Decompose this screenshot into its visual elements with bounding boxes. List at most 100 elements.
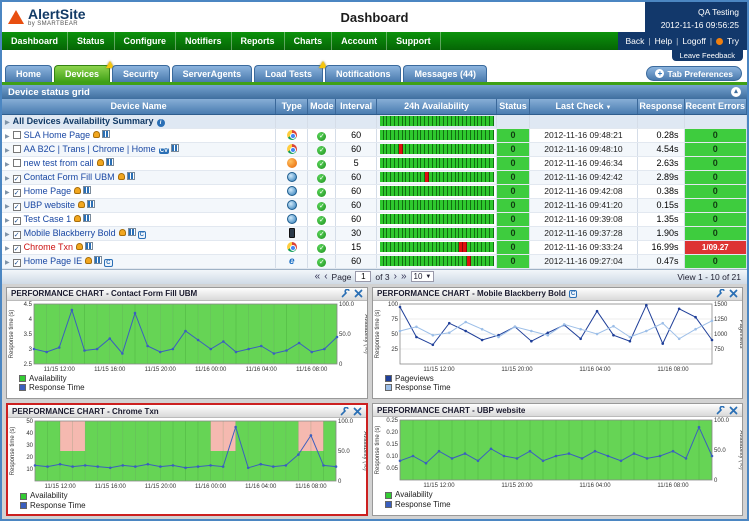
nav-item-account[interactable]: Account bbox=[332, 32, 388, 50]
row-checkbox[interactable]: ✓ bbox=[12, 174, 21, 183]
expander-icon[interactable]: ▶ bbox=[5, 120, 10, 126]
tab-serveragents[interactable]: ServerAgents bbox=[171, 65, 253, 82]
wrench-icon[interactable] bbox=[716, 289, 725, 298]
expander-icon[interactable]: ▶ bbox=[5, 246, 10, 252]
expander-icon[interactable]: ▶ bbox=[5, 176, 10, 182]
wrench-icon[interactable] bbox=[340, 406, 349, 416]
row-checkbox[interactable]: ✓ bbox=[12, 202, 21, 211]
device-name-link[interactable]: Home Page bbox=[24, 186, 72, 196]
col-status[interactable]: Status bbox=[496, 99, 530, 115]
col-device-name[interactable]: Device Name bbox=[2, 99, 277, 115]
back-link[interactable]: Back bbox=[626, 36, 645, 46]
expander-icon[interactable]: ▶ bbox=[5, 148, 10, 154]
row-checkbox[interactable]: ✓ bbox=[12, 244, 21, 253]
nav-item-status[interactable]: Status bbox=[68, 32, 115, 50]
expander-icon[interactable]: ▶ bbox=[5, 260, 10, 266]
close-icon[interactable] bbox=[729, 289, 738, 298]
close-icon[interactable] bbox=[353, 407, 362, 416]
tab-preferences-button[interactable]: + Tab Preferences bbox=[646, 66, 742, 81]
col-interval[interactable]: Interval bbox=[335, 99, 377, 115]
nav-item-dashboard[interactable]: Dashboard bbox=[2, 32, 69, 50]
last-page-button[interactable]: » bbox=[401, 271, 407, 282]
device-name-link[interactable]: Mobile Blackberry Bold bbox=[24, 228, 116, 238]
row-checkbox[interactable] bbox=[12, 145, 21, 153]
device-name-link[interactable]: new test from call bbox=[24, 158, 94, 168]
device-name-link[interactable]: AA B2C | Trans | Chrome | Home bbox=[24, 144, 156, 154]
tab-security[interactable]: Security bbox=[112, 65, 170, 82]
bell-icon[interactable] bbox=[93, 131, 101, 138]
bell-icon[interactable] bbox=[74, 214, 82, 222]
expander-icon[interactable]: ▶ bbox=[5, 190, 10, 196]
col-type[interactable]: Type bbox=[275, 99, 309, 115]
close-icon[interactable] bbox=[354, 289, 363, 298]
nav-item-charts[interactable]: Charts bbox=[285, 32, 333, 50]
wrench-icon[interactable] bbox=[716, 405, 725, 415]
bell-icon[interactable] bbox=[77, 200, 85, 208]
row-checkbox[interactable]: ✓ bbox=[12, 258, 21, 267]
device-name-link[interactable]: SLA Home Page bbox=[24, 130, 91, 140]
tab-load-tests[interactable]: Load Tests bbox=[254, 61, 327, 82]
expander-icon[interactable]: ▶ bbox=[5, 204, 10, 210]
chart-icon[interactable] bbox=[86, 199, 95, 208]
col-last-check[interactable]: Last Check ▼ bbox=[529, 99, 639, 115]
c-badge[interactable]: C bbox=[137, 230, 147, 239]
expander-icon[interactable]: ▶ bbox=[5, 218, 10, 224]
chart-icon[interactable] bbox=[84, 241, 93, 250]
tab-home[interactable]: Home bbox=[5, 65, 53, 82]
nav-item-configure[interactable]: Configure bbox=[115, 32, 177, 50]
collapse-panel-button[interactable]: ▴ bbox=[731, 87, 741, 97]
device-name-link[interactable]: Test Case 1 bbox=[24, 214, 72, 224]
row-checkbox[interactable]: ✓ bbox=[12, 216, 21, 225]
chart-icon[interactable] bbox=[83, 185, 92, 194]
bell-icon[interactable] bbox=[96, 159, 104, 166]
expander-icon[interactable]: ▶ bbox=[5, 232, 10, 238]
chart-icon[interactable] bbox=[102, 130, 111, 138]
col-availability[interactable]: 24h Availability bbox=[376, 99, 498, 115]
device-name-link[interactable]: Contact Form Fill UBM bbox=[24, 172, 115, 182]
row-checkbox[interactable]: ✓ bbox=[12, 188, 21, 197]
cv-badge[interactable]: CV bbox=[158, 148, 170, 154]
try-link[interactable]: Try bbox=[727, 36, 739, 46]
page-size-select[interactable]: 10 ▼ bbox=[410, 271, 435, 282]
chart-icon[interactable] bbox=[127, 227, 136, 236]
tab-messages[interactable]: Messages (44) bbox=[403, 65, 488, 82]
next-page-button[interactable]: › bbox=[394, 271, 397, 282]
leave-feedback-button[interactable]: Leave Feedback bbox=[671, 50, 743, 61]
col-mode[interactable]: Mode bbox=[307, 99, 337, 115]
info-icon[interactable]: i bbox=[156, 118, 165, 127]
bell-icon[interactable] bbox=[85, 256, 93, 264]
device-name-link[interactable]: Chrome Txn bbox=[24, 242, 73, 252]
tab-notifications[interactable]: Notifications bbox=[324, 65, 402, 82]
tab-devices[interactable]: Devices bbox=[54, 61, 115, 82]
device-name-link[interactable]: Home Page IE bbox=[24, 256, 83, 266]
expander-icon[interactable]: ▶ bbox=[5, 162, 10, 168]
nav-item-reports[interactable]: Reports bbox=[232, 32, 285, 50]
prev-page-button[interactable]: ‹ bbox=[324, 271, 327, 282]
row-checkbox[interactable]: ✓ bbox=[12, 230, 21, 239]
help-link[interactable]: Help bbox=[655, 36, 672, 46]
wrench-icon[interactable] bbox=[341, 289, 350, 298]
bell-icon[interactable] bbox=[117, 172, 125, 180]
nav-item-support[interactable]: Support bbox=[387, 32, 441, 50]
chart-icon[interactable] bbox=[171, 144, 180, 152]
expander-icon[interactable]: ▶ bbox=[5, 134, 10, 140]
chart-icon[interactable] bbox=[105, 158, 114, 166]
status-cell: 0 bbox=[496, 156, 530, 171]
nav-item-notifiers[interactable]: Notifiers bbox=[176, 32, 232, 50]
bell-icon[interactable] bbox=[118, 228, 126, 236]
page-input[interactable] bbox=[355, 271, 372, 282]
chart-icon[interactable] bbox=[94, 255, 103, 264]
device-name-link[interactable]: UBP website bbox=[24, 200, 75, 210]
chart-icon[interactable] bbox=[126, 171, 135, 180]
c-badge[interactable]: C bbox=[104, 258, 113, 267]
col-recent-errors[interactable]: Recent Errors bbox=[684, 99, 748, 115]
logoff-link[interactable]: Logoff bbox=[682, 36, 705, 46]
close-icon[interactable] bbox=[729, 406, 738, 415]
bell-icon[interactable] bbox=[74, 186, 82, 194]
row-checkbox[interactable] bbox=[12, 159, 21, 167]
chart-icon[interactable] bbox=[83, 213, 92, 222]
col-response[interactable]: Response bbox=[637, 99, 685, 115]
bell-icon[interactable] bbox=[75, 242, 83, 250]
first-page-button[interactable]: « bbox=[315, 271, 321, 282]
row-checkbox[interactable] bbox=[12, 131, 21, 139]
